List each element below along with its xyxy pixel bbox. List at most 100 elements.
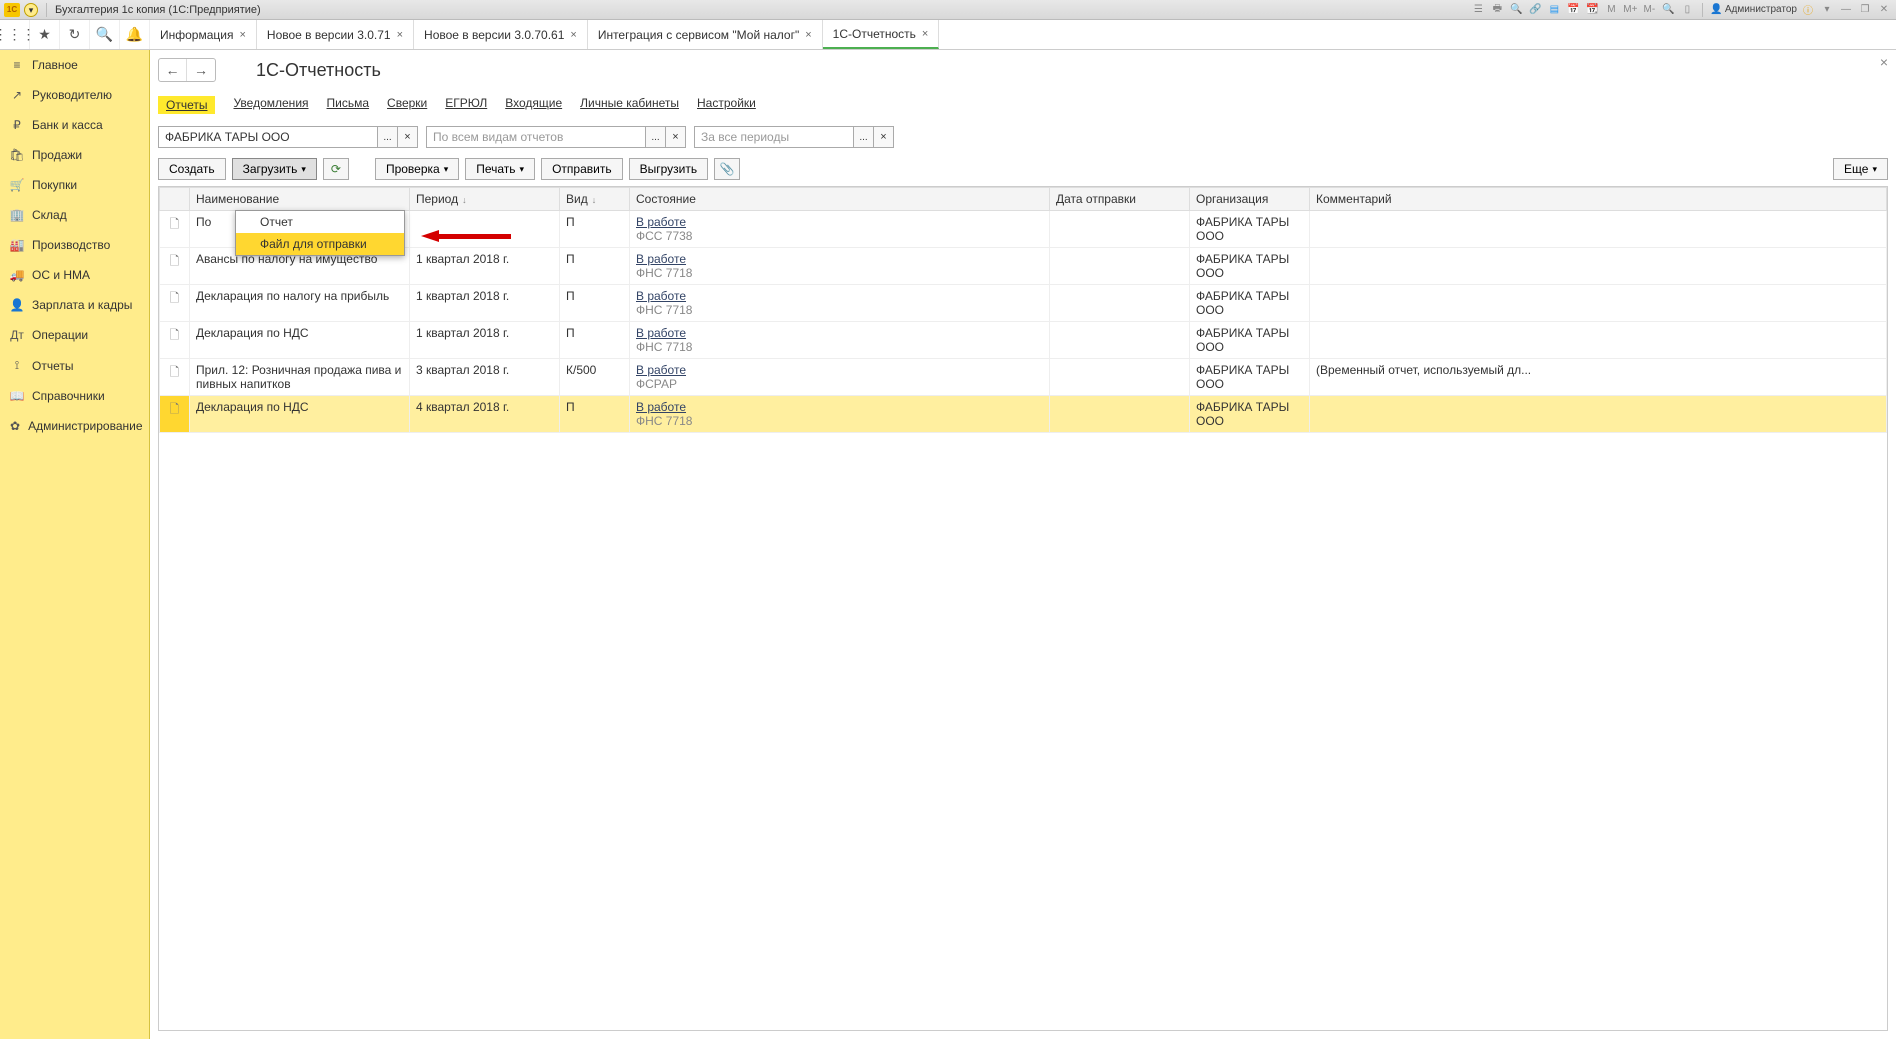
export-button[interactable]: Выгрузить	[629, 158, 709, 180]
history-icon[interactable]: ↻	[60, 20, 90, 49]
nav-back-icon[interactable]: ←	[159, 59, 187, 81]
m-plus-icon[interactable]: M+	[1622, 3, 1638, 17]
subtab-7[interactable]: Настройки	[697, 96, 756, 114]
print-button[interactable]: Печать	[465, 158, 535, 180]
subtab-2[interactable]: Письма	[327, 96, 370, 114]
sidebar-item-label: Зарплата и кадры	[32, 298, 132, 312]
state-link[interactable]: В работе	[636, 289, 1043, 303]
search-icon[interactable]: 🔍	[90, 20, 120, 49]
check-button[interactable]: Проверка	[375, 158, 459, 180]
search-tb-icon[interactable]: 🔍	[1508, 3, 1524, 17]
sidebar-item-10[interactable]: ⟟Отчеты	[0, 350, 149, 381]
info-icon[interactable]: ⓘ	[1800, 3, 1816, 17]
filter-report-type[interactable]: По всем видам отчетов	[426, 126, 646, 148]
m-minus-icon[interactable]: M-	[1641, 3, 1657, 17]
sidebar-item-4[interactable]: 🛒Покупки	[0, 170, 149, 200]
state-link[interactable]: В работе	[636, 363, 1043, 377]
filter-org-dropdown-icon[interactable]: ...	[378, 126, 398, 148]
zoom-icon[interactable]: 🔍	[1660, 3, 1676, 17]
sidebar-item-12[interactable]: ✿Администрирование	[0, 411, 149, 441]
sidebar-item-5[interactable]: 🏢Склад	[0, 200, 149, 230]
col-state[interactable]: Состояние	[630, 188, 1050, 211]
close-window-icon[interactable]: ✕	[1876, 3, 1892, 17]
toolbar-icon-1[interactable]: ☰	[1470, 3, 1486, 17]
current-user[interactable]: 👤 Администратор	[1710, 4, 1797, 15]
app-dropdown-icon[interactable]: ▾	[24, 3, 38, 17]
sidebar-item-6[interactable]: 🏭Производство	[0, 230, 149, 260]
sidebar-item-8[interactable]: 👤Зарплата и кадры	[0, 290, 149, 320]
subtab-1[interactable]: Уведомления	[233, 96, 308, 114]
cell-comment	[1310, 211, 1887, 248]
col-sent[interactable]: Дата отправки	[1050, 188, 1190, 211]
sidebar-item-3[interactable]: 🛍Продажи	[0, 140, 149, 170]
sidebar-item-9[interactable]: ДтОперации	[0, 320, 149, 350]
close-icon[interactable]: ×	[239, 29, 245, 41]
attachment-button[interactable]: 📎	[714, 158, 740, 180]
print-icon[interactable]: 🖶	[1489, 3, 1505, 17]
table-row[interactable]: 🗋Декларация по НДС1 квартал 2018 г.ПВ ра…	[160, 322, 1887, 359]
close-icon[interactable]: ×	[922, 28, 928, 40]
calendar-icon[interactable]: 📅	[1565, 3, 1581, 17]
restore-icon[interactable]: ❐	[1857, 3, 1873, 17]
state-link[interactable]: В работе	[636, 326, 1043, 340]
state-link[interactable]: В работе	[636, 215, 1043, 229]
apps-icon[interactable]: ⋮⋮⋮	[0, 20, 30, 49]
state-link[interactable]: В работе	[636, 400, 1043, 414]
dropdown-item-report[interactable]: Отчет	[236, 211, 404, 233]
favorite-icon[interactable]: ★	[30, 20, 60, 49]
nav-forward-icon[interactable]: →	[187, 59, 215, 81]
bell-icon[interactable]: 🔔	[120, 20, 150, 49]
tab-3[interactable]: Интеграция с сервисом "Мой налог"×	[588, 20, 823, 49]
tab-2[interactable]: Новое в версии 3.0.70.61×	[414, 20, 588, 49]
table-row[interactable]: 🗋Авансы по налогу на имущество1 квартал …	[160, 248, 1887, 285]
calc-icon[interactable]: ▤	[1546, 3, 1562, 17]
sidebar-item-11[interactable]: 📖Справочники	[0, 381, 149, 411]
create-button[interactable]: Создать	[158, 158, 226, 180]
minimize-icon[interactable]: —	[1838, 3, 1854, 17]
close-icon[interactable]: ×	[397, 29, 403, 41]
cell-org: ФАБРИКА ТАРЫ ООО	[1190, 285, 1310, 322]
subtab-6[interactable]: Личные кабинеты	[580, 96, 679, 114]
subtab-4[interactable]: ЕГРЮЛ	[445, 96, 487, 114]
content-close-icon[interactable]: ×	[1880, 54, 1888, 70]
filter-organization[interactable]: ФАБРИКА ТАРЫ ООО	[158, 126, 378, 148]
subtab-3[interactable]: Сверки	[387, 96, 427, 114]
sidebar-item-1[interactable]: ↗Руководителю	[0, 80, 149, 110]
more-button[interactable]: Еще	[1833, 158, 1888, 180]
close-icon[interactable]: ×	[570, 29, 576, 41]
tab-1[interactable]: Новое в версии 3.0.71×	[257, 20, 414, 49]
link-icon[interactable]: 🔗	[1527, 3, 1543, 17]
load-button[interactable]: Загрузить	[232, 158, 317, 180]
send-button[interactable]: Отправить	[541, 158, 623, 180]
state-link[interactable]: В работе	[636, 252, 1043, 266]
table-row[interactable]: 🗋Декларация по налогу на прибыль1 кварта…	[160, 285, 1887, 322]
refresh-button[interactable]: ⟳	[323, 158, 349, 180]
subtab-5[interactable]: Входящие	[505, 96, 562, 114]
filter-period-dropdown-icon[interactable]: ...	[854, 126, 874, 148]
filter-period[interactable]: За все периоды	[694, 126, 854, 148]
tab-0[interactable]: Информация×	[150, 20, 257, 49]
col-period[interactable]: Период↓	[410, 188, 560, 211]
filter-report-dropdown-icon[interactable]: ...	[646, 126, 666, 148]
close-icon[interactable]: ×	[805, 29, 811, 41]
col-org[interactable]: Организация	[1190, 188, 1310, 211]
tab-4[interactable]: 1С-Отчетность×	[823, 20, 940, 49]
sidebar-item-7[interactable]: 🚚ОС и НМА	[0, 260, 149, 290]
sidebar-item-2[interactable]: ₽Банк и касса	[0, 110, 149, 140]
table-row[interactable]: 🗋Прил. 12: Розничная продажа пива и пивн…	[160, 359, 1887, 396]
table-row[interactable]: 🗋Декларация по НДС4 квартал 2018 г.ПВ ра…	[160, 396, 1887, 433]
table-row[interactable]: 🗋ПоПВ работеФСС 7738ФАБРИКА ТАРЫ ООО	[160, 211, 1887, 248]
panel-icon[interactable]: ▯	[1679, 3, 1695, 17]
filter-org-clear-icon[interactable]: ×	[398, 126, 418, 148]
subtab-0[interactable]: Отчеты	[158, 96, 215, 114]
date-icon[interactable]: 📆	[1584, 3, 1600, 17]
dropdown-item-file-for-send[interactable]: Файл для отправки	[236, 233, 404, 255]
col-comment[interactable]: Комментарий	[1310, 188, 1887, 211]
filter-period-clear-icon[interactable]: ×	[874, 126, 894, 148]
col-vid[interactable]: Вид↓	[560, 188, 630, 211]
col-name[interactable]: Наименование	[190, 188, 410, 211]
filter-report-clear-icon[interactable]: ×	[666, 126, 686, 148]
sidebar-item-0[interactable]: ≡Главное	[0, 50, 149, 80]
dropdown-tb-icon[interactable]: ▾	[1819, 3, 1835, 17]
m-icon[interactable]: M	[1603, 3, 1619, 17]
